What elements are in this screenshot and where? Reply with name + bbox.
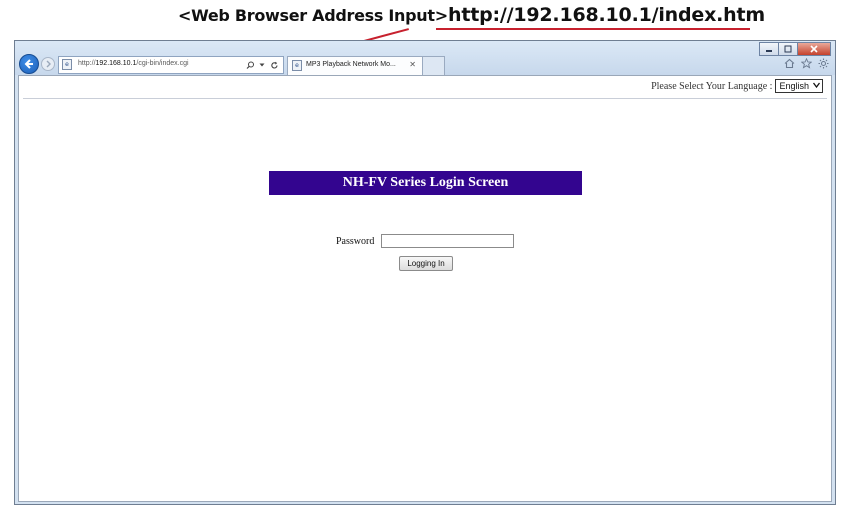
language-row: Please Select Your Language : English [651, 79, 823, 93]
gear-icon [818, 58, 829, 69]
back-icon [24, 59, 33, 69]
annotation-label: <Web Browser Address Input> [178, 6, 448, 25]
language-prompt: Please Select Your Language : [651, 80, 773, 92]
refresh-icon [270, 61, 278, 69]
browser-tab[interactable]: e MP3 Playback Network Mo... ✕ [287, 56, 423, 75]
settings-button[interactable] [818, 58, 829, 69]
star-icon [801, 58, 812, 69]
annotation-underline [436, 28, 750, 30]
toolbar-right-icons [784, 58, 829, 69]
close-button[interactable] [797, 42, 831, 56]
address-dropdown-button[interactable] [257, 58, 267, 72]
tab-title: MP3 Playback Network Mo... [306, 61, 396, 68]
address-path: /cgi-bin/index.cgi [136, 60, 189, 67]
tab-favicon-icon: e [292, 60, 302, 71]
language-selected: English [779, 81, 809, 91]
password-row: Password [336, 234, 515, 248]
password-label: Password [336, 235, 375, 247]
address-tools [243, 58, 279, 72]
favorites-button[interactable] [801, 58, 812, 69]
forward-icon [46, 60, 51, 68]
page-content: Please Select Your Language : English NH… [18, 75, 832, 502]
language-select[interactable]: English [775, 79, 823, 93]
header-divider [23, 98, 827, 99]
page-favicon-icon: e [62, 59, 72, 70]
login-button[interactable]: Logging In [399, 256, 453, 271]
dropdown-icon [259, 63, 265, 67]
browser-window: e http://192.168.10.1/cgi-bin/index.cgi … [14, 40, 836, 505]
password-input[interactable] [381, 234, 515, 248]
home-icon [784, 58, 795, 69]
close-icon [810, 45, 818, 53]
search-button[interactable] [245, 58, 255, 72]
maximize-icon [784, 45, 792, 53]
address-host: 192.168.10.1 [95, 60, 137, 67]
address-bar[interactable]: e http://192.168.10.1/cgi-bin/index.cgi [58, 56, 284, 74]
tab-close-icon[interactable]: ✕ [409, 60, 416, 69]
annotation-url: http://192.168.10.1/index.htm [448, 4, 765, 26]
forward-button[interactable] [41, 57, 55, 71]
new-tab-button[interactable] [423, 56, 445, 75]
login-title: NH-FV Series Login Screen [269, 171, 582, 195]
window-controls [759, 42, 831, 56]
address-url: http://192.168.10.1/cgi-bin/index.cgi [78, 60, 189, 67]
refresh-button[interactable] [269, 58, 279, 72]
minimize-button[interactable] [759, 42, 779, 56]
search-icon [246, 61, 254, 69]
browser-toolbar: e http://192.168.10.1/cgi-bin/index.cgi … [15, 41, 835, 75]
address-prefix: http:// [78, 60, 96, 67]
chevron-down-icon [812, 82, 821, 90]
minimize-icon [766, 50, 772, 52]
maximize-button[interactable] [778, 42, 798, 56]
back-button[interactable] [19, 54, 39, 74]
home-button[interactable] [784, 58, 795, 69]
